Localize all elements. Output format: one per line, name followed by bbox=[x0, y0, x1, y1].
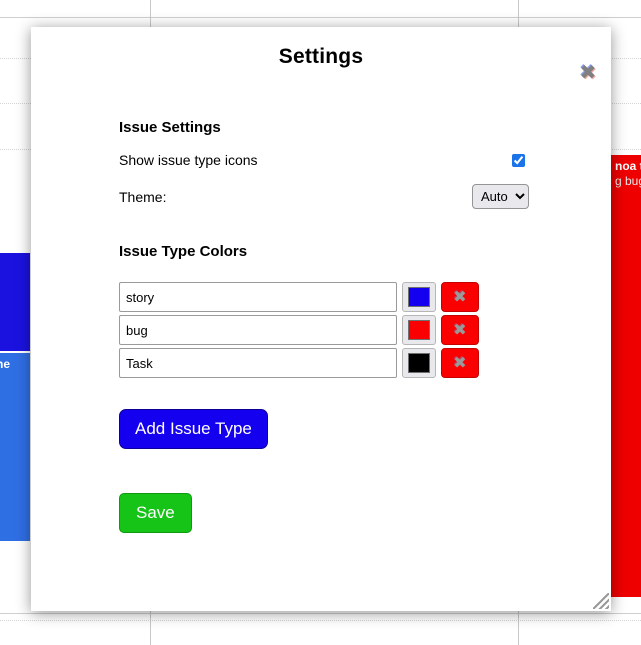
issue-type-name-input[interactable] bbox=[119, 282, 397, 312]
background-card: ne bbox=[0, 353, 30, 541]
issue-type-row: ✖ bbox=[119, 282, 611, 312]
issue-type-row: ✖ bbox=[119, 348, 611, 378]
color-preview bbox=[408, 287, 430, 307]
color-preview bbox=[408, 353, 430, 373]
issue-type-color-swatch[interactable] bbox=[402, 315, 436, 345]
background-card bbox=[0, 253, 30, 351]
background-grid-line bbox=[0, 620, 641, 621]
resize-grip-icon[interactable] bbox=[593, 593, 609, 609]
show-issue-type-icons-row: Show issue type icons bbox=[119, 152, 529, 168]
save-button[interactable]: Save bbox=[119, 493, 192, 533]
background-card-title: noa the bbox=[615, 159, 641, 173]
delete-issue-type-button[interactable]: ✖ bbox=[441, 315, 479, 345]
issue-type-colors-heading: Issue Type Colors bbox=[119, 243, 248, 260]
background-card: noa the g bug r bbox=[609, 155, 641, 597]
issue-settings-heading: Issue Settings bbox=[119, 119, 221, 136]
issue-type-color-swatch[interactable] bbox=[402, 282, 436, 312]
background-card-subtitle: g bug r bbox=[615, 174, 641, 188]
delete-issue-type-button[interactable]: ✖ bbox=[441, 282, 479, 312]
background-grid-line bbox=[0, 613, 641, 614]
delete-issue-type-button[interactable]: ✖ bbox=[441, 348, 479, 378]
background-grid-line bbox=[0, 17, 641, 18]
show-issue-type-icons-label: Show issue type icons bbox=[119, 152, 258, 168]
issue-type-row: ✖ bbox=[119, 315, 611, 345]
theme-select[interactable]: Auto bbox=[472, 184, 529, 209]
issue-type-color-swatch[interactable] bbox=[402, 348, 436, 378]
background-card-title: ne bbox=[0, 357, 11, 371]
theme-label: Theme: bbox=[119, 188, 167, 205]
theme-row: Theme: Auto bbox=[119, 184, 529, 209]
color-preview bbox=[408, 320, 430, 340]
settings-dialog: Settings ✖ Issue Settings Show issue typ… bbox=[31, 27, 611, 611]
page-title: Settings bbox=[278, 45, 364, 68]
issue-type-name-input[interactable] bbox=[119, 348, 397, 378]
settings-body: Issue Settings Show issue type icons The… bbox=[31, 119, 611, 533]
issue-type-name-input[interactable] bbox=[119, 315, 397, 345]
close-icon[interactable]: ✖ bbox=[574, 58, 602, 86]
add-issue-type-button[interactable]: Add Issue Type bbox=[119, 409, 268, 449]
issue-type-list: ✖ ✖ ✖ bbox=[119, 282, 611, 378]
show-issue-type-icons-checkbox[interactable] bbox=[512, 153, 525, 167]
